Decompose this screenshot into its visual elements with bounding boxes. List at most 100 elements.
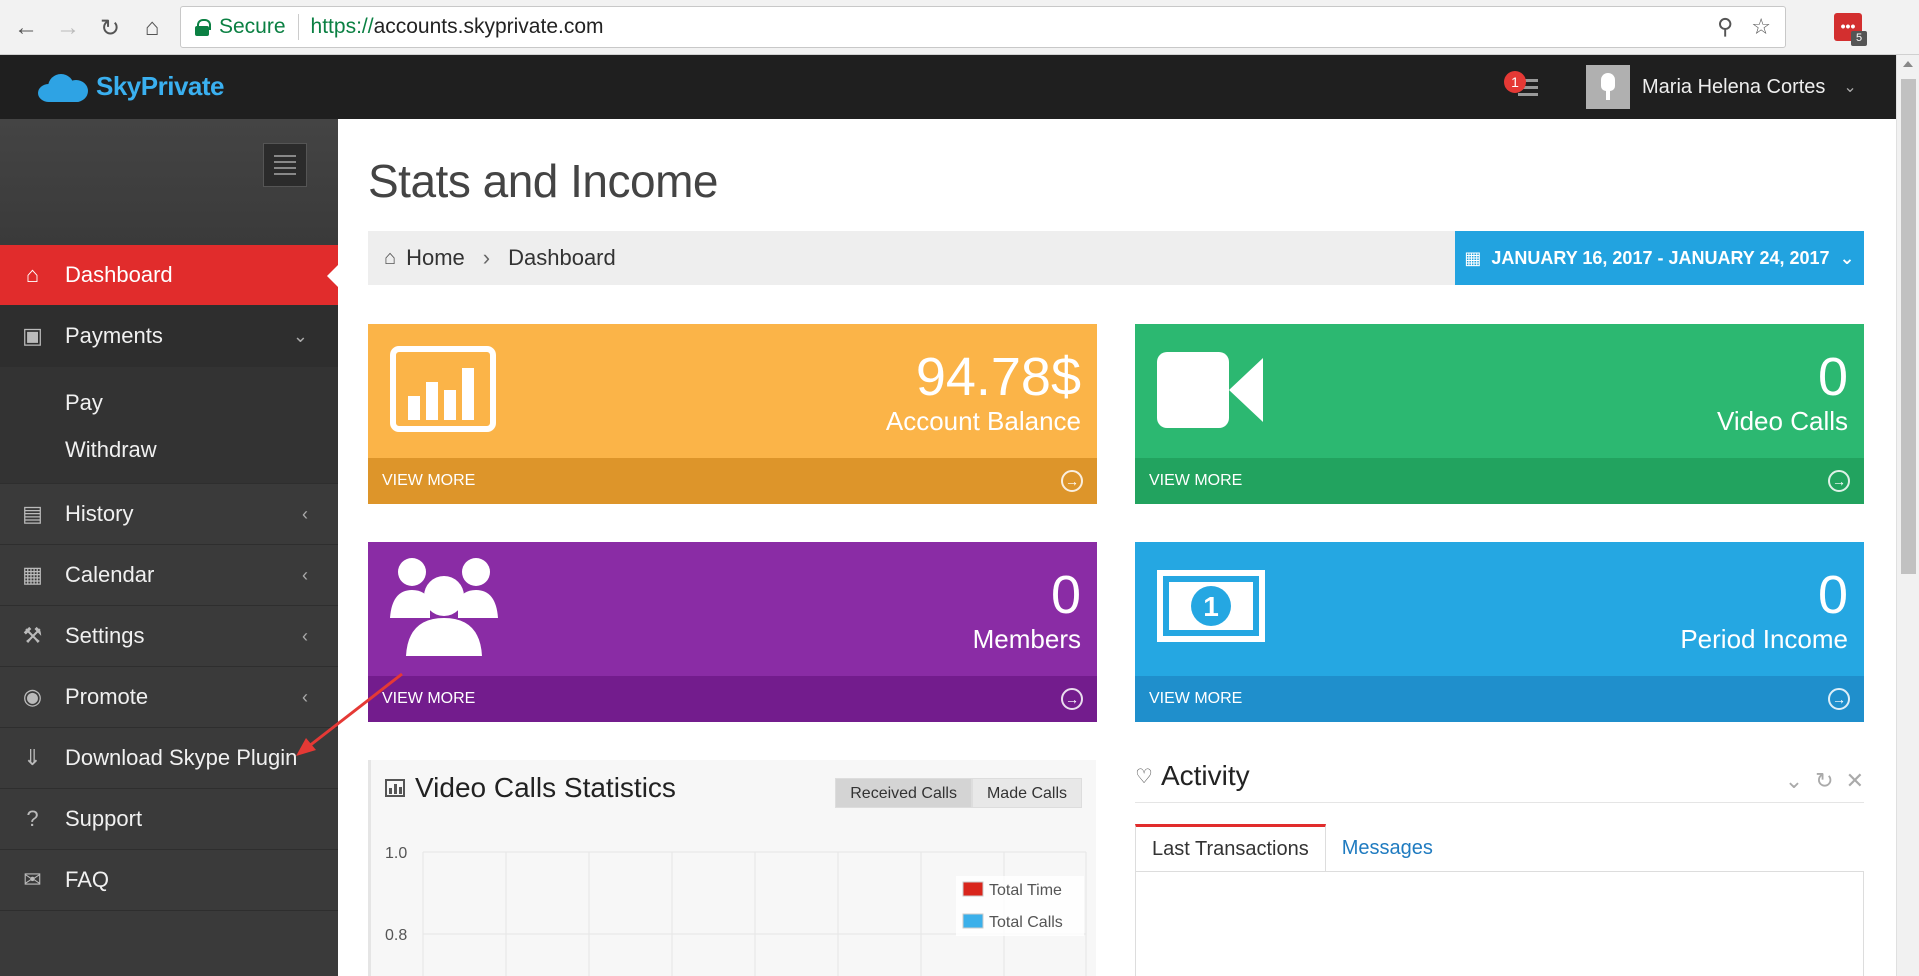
calendar-icon: ▦	[1464, 247, 1482, 268]
sidebar-item-label: Calendar	[65, 562, 155, 587]
arrow-circle-right-icon: →	[1828, 470, 1850, 492]
panel-tools: ⌄ ↻ ✕	[1785, 768, 1864, 794]
breadcrumb-current: Dashboard	[508, 245, 616, 270]
view-more-link[interactable]: VIEW MORE →	[1135, 458, 1864, 504]
date-range-button[interactable]: ▦ JANUARY 16, 2017 - JANUARY 24, 2017 ⌄	[1455, 231, 1864, 285]
bar-chart-icon	[390, 346, 496, 432]
card-label: Video Calls	[1716, 406, 1848, 436]
video-calls-statistics-panel: Video Calls Statistics Received Calls Ma…	[368, 760, 1096, 976]
card-label: Period Income	[1680, 624, 1848, 654]
home-icon: ⌂	[25, 262, 40, 287]
sidebar-item-payments[interactable]: ▣ Payments ⌄	[0, 306, 338, 367]
sidebar-item-label: Support	[65, 806, 143, 831]
notifications-button[interactable]: 1	[1504, 71, 1544, 105]
collapse-chevron-icon[interactable]: ⌄	[1785, 768, 1803, 794]
chevron-down-icon: ⌄	[1843, 79, 1857, 96]
chevron-down-icon: ⌄	[1839, 247, 1855, 268]
sidebar-item-dashboard[interactable]: ⌂ Dashboard	[0, 245, 338, 306]
sidebar-item-label: Download Skype Plugin	[65, 745, 298, 770]
card-value: 0	[1817, 565, 1848, 625]
card-value: 0	[1050, 565, 1081, 625]
page-scrollbar[interactable]	[1896, 55, 1919, 976]
key-icon[interactable]: ⚲	[1717, 14, 1733, 40]
annotation-arrow	[296, 672, 403, 756]
avatar	[1586, 65, 1630, 109]
bookmark-star-icon[interactable]: ☆	[1751, 14, 1771, 40]
breadcrumb-home[interactable]: Home	[406, 245, 465, 271]
home-icon[interactable]: ⌂	[136, 12, 168, 44]
lock-icon	[195, 19, 211, 36]
chevron-left-icon: ‹	[302, 625, 308, 646]
sidebar-item-label: History	[65, 501, 134, 526]
secure-label: Secure	[219, 15, 286, 38]
arrow-circle-right-icon: →	[1828, 688, 1850, 710]
sidebar-item-faq[interactable]: ✉ FAQ	[0, 850, 338, 911]
card-label: Account Balance	[885, 406, 1081, 436]
legend-swatch-total-calls	[962, 913, 984, 929]
sidebar-item-calendar[interactable]: ▦ Calendar ‹	[0, 545, 338, 606]
close-icon[interactable]: ✕	[1846, 768, 1864, 794]
browser-toolbar: ← → ↻ ⌂ Secure https:// accounts.skypriv…	[0, 0, 1919, 55]
video-calls-card: 0 Video Calls VIEW MORE →	[1135, 324, 1864, 504]
money-icon: ▣	[22, 323, 43, 348]
legend-swatch-total-time	[962, 881, 984, 897]
chevron-left-icon: ‹	[302, 564, 308, 585]
sidebar: ⌂ Dashboard ▣ Payments ⌄ Pay Withdraw ▤ …	[0, 119, 338, 976]
brand-logo[interactable]: SkyPrivate	[38, 71, 224, 102]
sidebar-item-label: Dashboard	[65, 262, 173, 287]
refresh-icon[interactable]: ↻	[1815, 768, 1833, 794]
question-icon: ?	[26, 806, 39, 831]
view-more-link[interactable]: VIEW MORE →	[1135, 676, 1864, 722]
view-more-link[interactable]: VIEW MORE →	[368, 458, 1097, 504]
brand-name: SkyPrivate	[96, 71, 224, 101]
panel-title: ♡ Activity	[1135, 760, 1250, 792]
address-bar[interactable]: Secure https:// accounts.skyprivate.com …	[180, 6, 1786, 48]
svg-text:1: 1	[1203, 591, 1219, 622]
made-calls-button[interactable]: Made Calls	[971, 778, 1082, 808]
video-camera-icon	[1157, 352, 1263, 428]
sidebar-item-settings[interactable]: ⚒ Settings ‹	[0, 606, 338, 667]
card-value: 0	[1817, 347, 1848, 407]
video-calls-chart: 1.0 0.8 Total Time Total Calls	[385, 845, 1087, 976]
period-income-card: 1 0 Period Income VIEW MORE →	[1135, 542, 1864, 722]
bell-icon: ♡	[1135, 765, 1153, 788]
date-range-label: JANUARY 16, 2017 - JANUARY 24, 2017	[1491, 247, 1830, 268]
members-card: 0 Members VIEW MORE →	[368, 542, 1097, 722]
call-type-toggle: Received Calls Made Calls	[835, 778, 1082, 808]
y-tick-label: 0.8	[385, 927, 407, 944]
notification-badge: 1	[1504, 71, 1526, 93]
forward-icon[interactable]: →	[52, 12, 84, 44]
sidebar-item-promote[interactable]: ◉ Promote ‹	[0, 667, 338, 728]
url-scheme: https://	[310, 15, 374, 38]
tab-messages[interactable]: Messages	[1326, 824, 1449, 872]
book-icon: ▤	[22, 501, 43, 526]
tab-last-transactions[interactable]: Last Transactions	[1135, 824, 1326, 872]
sidebar-subitem-withdraw[interactable]: Withdraw	[0, 426, 338, 473]
sidebar-item-support[interactable]: ? Support	[0, 789, 338, 850]
payments-submenu: Pay Withdraw	[0, 367, 338, 484]
user-menu[interactable]: Maria Helena Cortes ⌄	[1586, 65, 1857, 109]
scrollbar-thumb[interactable]	[1901, 79, 1916, 574]
activity-tabs: Last Transactions Messages	[1135, 824, 1449, 872]
money-bill-icon: 1	[1157, 570, 1265, 642]
view-more-label: VIEW MORE	[382, 472, 476, 489]
calendar-icon: ▦	[22, 562, 43, 587]
user-name: Maria Helena Cortes	[1642, 75, 1826, 98]
back-icon[interactable]: ←	[10, 12, 42, 44]
view-more-link[interactable]: VIEW MORE →	[368, 676, 1097, 722]
menu-toggle-button[interactable]	[263, 143, 307, 187]
sidebar-item-history[interactable]: ▤ History ‹	[0, 484, 338, 545]
arrow-circle-right-icon: →	[1061, 688, 1083, 710]
bar-chart-icon	[385, 779, 405, 797]
scroll-up-icon[interactable]	[1903, 61, 1913, 67]
received-calls-button[interactable]: Received Calls	[835, 778, 972, 808]
sidebar-item-download-skype-plugin[interactable]: ⇓ Download Skype Plugin	[0, 728, 338, 789]
chevron-left-icon: ‹	[302, 503, 308, 524]
reload-icon[interactable]: ↻	[94, 12, 126, 44]
download-icon: ⇓	[23, 745, 42, 770]
breadcrumb-separator-icon: ›	[482, 245, 491, 270]
panel-title: Video Calls Statistics	[385, 772, 676, 804]
account-balance-card: 94.78$ Account Balance VIEW MORE →	[368, 324, 1097, 504]
panel-divider	[1135, 802, 1864, 803]
sidebar-subitem-pay[interactable]: Pay	[0, 379, 338, 426]
